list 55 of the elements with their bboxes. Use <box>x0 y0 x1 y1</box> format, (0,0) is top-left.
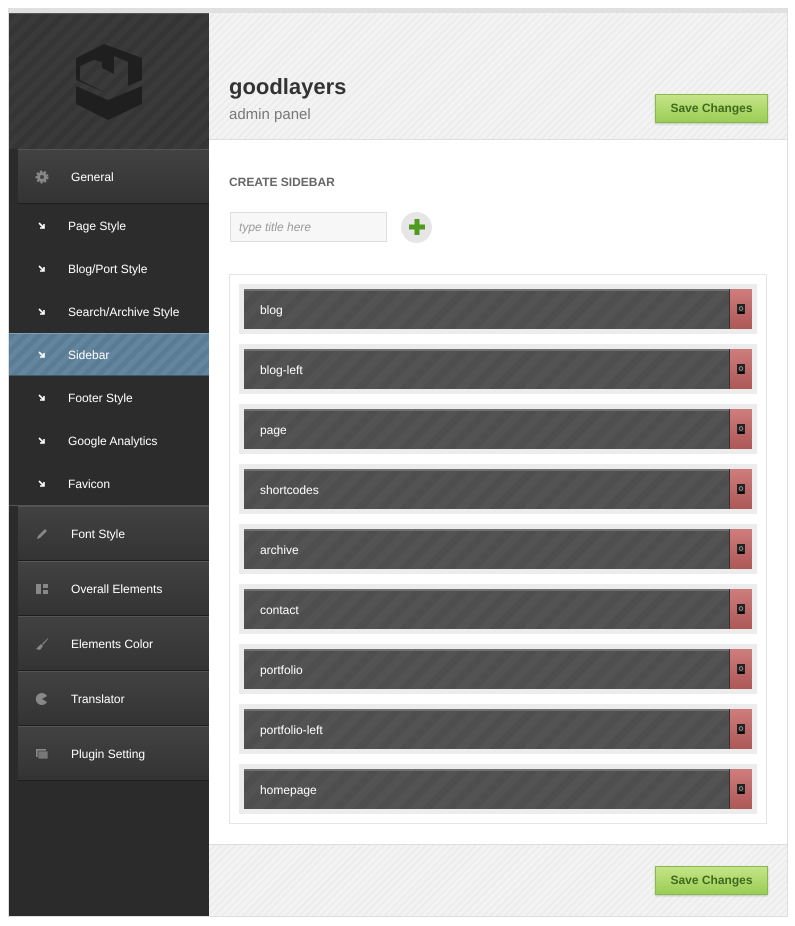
gear-icon <box>35 170 49 184</box>
delete-button[interactable] <box>729 288 752 329</box>
menu-item[interactable]: Font Style <box>18 506 209 561</box>
delete-button[interactable] <box>729 588 752 629</box>
delete-button[interactable] <box>729 648 752 689</box>
sidebar-name: portfolio <box>259 662 304 677</box>
sidebar-name: blog <box>259 302 284 317</box>
pencil-icon <box>35 526 49 540</box>
arrow-icon <box>38 350 46 358</box>
monitor-icon <box>35 746 49 760</box>
trash-icon <box>737 304 745 314</box>
arrow-icon <box>38 308 46 316</box>
trash-icon <box>737 364 745 374</box>
section-heading: CREATE SIDEBAR <box>229 174 335 189</box>
delete-button[interactable] <box>729 528 752 569</box>
menu-item[interactable]: Overall Elements <box>18 561 209 616</box>
sidebar-name: shortcodes <box>259 482 320 497</box>
arrow-icon <box>38 436 46 444</box>
delete-button[interactable] <box>729 768 752 809</box>
sidebar-name: homepage <box>259 782 318 797</box>
delete-button[interactable] <box>729 468 752 509</box>
add-button[interactable] <box>401 212 432 243</box>
delete-button[interactable] <box>729 408 752 449</box>
save-button[interactable]: Save Changes <box>655 866 768 895</box>
submenu-item[interactable]: Sidebar <box>9 333 209 376</box>
delete-button[interactable] <box>729 708 752 749</box>
trash-icon <box>737 604 745 614</box>
brush-icon <box>35 636 49 650</box>
arrow-icon <box>38 222 46 230</box>
layout-icon <box>35 582 49 596</box>
trash-icon <box>737 664 745 674</box>
trash-icon <box>737 424 745 434</box>
trash-icon <box>737 484 745 494</box>
sidebar-name: page <box>259 422 288 437</box>
delete-button[interactable] <box>729 348 752 389</box>
sidebar-name: portfolio-left <box>259 722 324 737</box>
arrow-icon <box>38 394 46 402</box>
trash-icon <box>737 544 745 554</box>
trash-icon <box>737 784 745 794</box>
arrow-icon <box>38 480 46 488</box>
app-subtitle: admin panel <box>229 106 312 123</box>
arrow-icon <box>38 264 46 272</box>
sidebar-name: blog-left <box>259 362 304 377</box>
plus-icon <box>408 219 424 236</box>
app-title: goodlayers <box>229 74 346 100</box>
menu-item[interactable]: General <box>18 149 209 204</box>
title-input[interactable]: type title here <box>230 212 387 242</box>
menu-item[interactable]: Translator <box>18 671 209 726</box>
sidebar-name: contact <box>259 602 300 617</box>
trash-icon <box>737 724 745 734</box>
sidebar-name: archive <box>259 542 300 557</box>
menu-item[interactable]: Plugin Setting <box>18 726 209 781</box>
pacman-icon <box>35 692 49 706</box>
save-button[interactable]: Save Changes <box>655 94 768 123</box>
menu-item[interactable]: Elements Color <box>18 616 209 671</box>
